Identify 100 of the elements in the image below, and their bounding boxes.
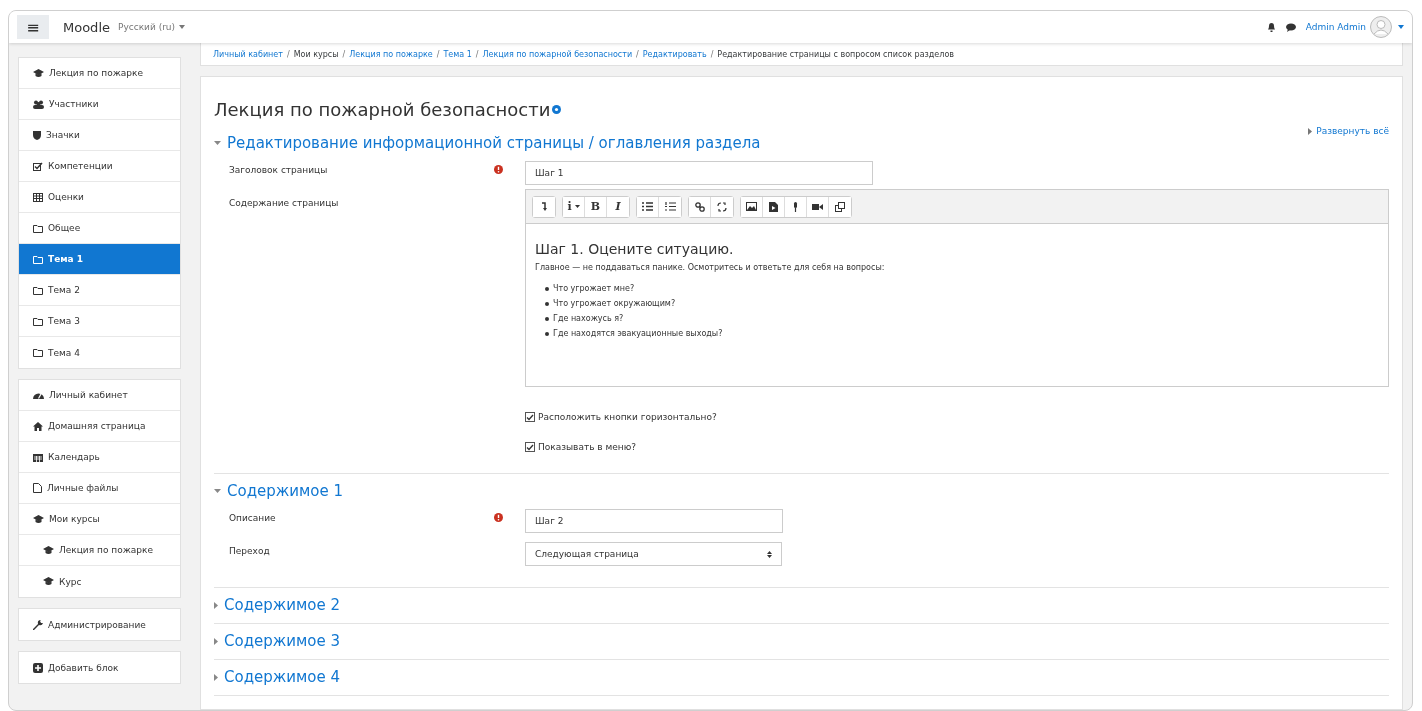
- text-field[interactable]: Шаг 1: [525, 161, 873, 185]
- sidebar-item[interactable]: Добавить блок: [19, 652, 180, 683]
- sidebar-item[interactable]: Личные файлы: [19, 473, 180, 504]
- bullet-list-icon: [642, 202, 653, 211]
- collapse-arrow-icon[interactable]: [214, 489, 221, 493]
- sidebar-item[interactable]: Тема 3: [19, 306, 180, 337]
- section-heading[interactable]: Редактирование информационной страницы / оглавления раздела: [227, 134, 761, 152]
- collapse-arrow-icon[interactable]: [214, 141, 221, 145]
- sidebar-item[interactable]: Личный кабинет: [19, 380, 180, 411]
- section-heading[interactable]: Содержимое 2: [224, 596, 341, 614]
- video-camera-icon: [812, 202, 823, 211]
- microphone-icon: [792, 201, 799, 212]
- list-item: Что угрожает мне?: [553, 283, 635, 295]
- return-icon: [540, 202, 548, 211]
- sidebar-item[interactable]: Курс: [19, 566, 180, 597]
- breadcrumb-link[interactable]: Лекция по пожарке: [349, 49, 433, 59]
- field-label: Описание: [229, 512, 277, 523]
- breadcrumb-link[interactable]: Личный кабинет: [213, 49, 283, 59]
- users-icon: [33, 99, 44, 109]
- sort-arrows-icon: [767, 550, 772, 558]
- bell-icon[interactable]: [1266, 22, 1276, 32]
- bullet-icon: [545, 316, 549, 321]
- file-icon: [33, 483, 42, 493]
- folder-icon: [33, 254, 43, 264]
- sidebar-item[interactable]: Календарь: [19, 442, 180, 473]
- sidebar-item[interactable]: Администрирование: [19, 609, 180, 640]
- calendar-icon: [33, 452, 43, 462]
- graduation-cap-icon: [33, 514, 44, 524]
- shield-icon: [33, 130, 41, 140]
- breadcrumb-separator: /: [710, 49, 714, 59]
- list-item: Где нахожусь я?: [553, 313, 624, 325]
- select-field[interactable]: Следующая страница: [525, 542, 782, 566]
- sidebar-item[interactable]: Тема 1: [19, 244, 180, 275]
- sidebar-item[interactable]: Тема 4: [19, 337, 180, 368]
- user-name[interactable]: Admin Admin: [1305, 22, 1366, 32]
- wrench-icon: [33, 619, 43, 630]
- expand-arrow-icon[interactable]: [214, 637, 218, 645]
- toolbar-button[interactable]: [689, 196, 711, 217]
- page-title: Лекция по пожарной безопасности: [214, 99, 551, 120]
- menu-button[interactable]: ≡: [17, 15, 49, 39]
- sidebar-item[interactable]: Тема 2: [19, 275, 180, 306]
- numbered-list-icon: [664, 202, 676, 211]
- copy-icon: [835, 201, 845, 212]
- sidebar-item[interactable]: Компетенции: [19, 151, 180, 182]
- sidebar-item[interactable]: Лекция по пожарке: [19, 535, 180, 566]
- check-icon: [526, 443, 534, 451]
- field-label: Заголовок страницы: [229, 164, 329, 175]
- expand-all-link[interactable]: Развернуть всё: [1316, 126, 1389, 136]
- sidebar-item[interactable]: Домашняя страница: [19, 411, 180, 442]
- caret-icon: [179, 25, 186, 29]
- table-icon: [33, 192, 43, 202]
- checkbox[interactable]: [525, 442, 535, 452]
- sidebar-item[interactable]: Лекция по пожарке: [19, 58, 180, 89]
- content-heading: Шаг 1. Оцените ситуацию.: [535, 241, 735, 257]
- bullet-icon: [545, 331, 549, 336]
- expand-arrow-icon[interactable]: [214, 601, 218, 609]
- toolbar-button[interactable]: [533, 196, 555, 217]
- checkbox-label: Расположить кнопки горизонтально?: [538, 412, 717, 422]
- checkbox-label: Показывать в меню?: [538, 442, 637, 452]
- folder-icon: [33, 285, 43, 295]
- folder-icon: [33, 223, 43, 233]
- site-name[interactable]: Moodle: [63, 19, 110, 35]
- bullet-icon: [545, 286, 549, 291]
- breadcrumb-link[interactable]: Тема 1: [443, 49, 472, 59]
- graduation-cap-icon: [43, 545, 54, 555]
- language-menu[interactable]: Русский (ru): [118, 22, 186, 32]
- sidebar-item[interactable]: Мои курсы: [19, 504, 180, 535]
- sidebar-item[interactable]: Участники: [19, 89, 180, 120]
- plus-icon: [33, 662, 43, 673]
- expand-arrow-icon: [1308, 127, 1313, 135]
- content-paragraph: Главное — не поддаваться панике. Осмотритесь и ответьте для себя на вопросы:: [535, 263, 886, 272]
- sidebar-item[interactable]: Значки: [19, 120, 180, 151]
- bullet-icon: [545, 301, 549, 306]
- help-icon[interactable]: [552, 105, 562, 114]
- checkbox[interactable]: [525, 412, 535, 422]
- list-item: Что угрожает окружающим?: [553, 298, 676, 310]
- breadcrumb-link[interactable]: Лекция по пожарной безопасности: [482, 49, 633, 59]
- image-icon: [746, 202, 757, 211]
- toolbar-button[interactable]: [741, 196, 763, 217]
- breadcrumb-separator: /: [475, 49, 479, 59]
- sidebar-item[interactable]: Оценки: [19, 182, 180, 213]
- style-button[interactable]: i: [563, 196, 585, 217]
- expand-arrow-icon[interactable]: [214, 673, 218, 681]
- caret-icon: [574, 205, 580, 208]
- breadcrumb-separator: /: [286, 49, 290, 59]
- text-field[interactable]: Шаг 2: [525, 509, 783, 533]
- breadcrumb-item: Мои курсы: [293, 49, 339, 59]
- toolbar-button[interactable]: [637, 196, 659, 217]
- section-heading[interactable]: Содержимое 3: [224, 632, 341, 650]
- section-heading[interactable]: Содержимое 1: [227, 482, 344, 500]
- link-icon: [694, 201, 705, 212]
- check-icon: [526, 413, 534, 421]
- caret-icon[interactable]: [1398, 25, 1404, 29]
- list-item: Где находятся эвакуационные выходы?: [553, 328, 723, 340]
- breadcrumb-item: Редактирование страницы с вопросом список разделов: [717, 49, 954, 59]
- breadcrumb-link[interactable]: Редактировать: [642, 49, 707, 59]
- chat-icon[interactable]: [1285, 22, 1296, 32]
- section-heading[interactable]: Содержимое 4: [224, 668, 341, 686]
- home-icon: [33, 421, 43, 431]
- breadcrumb-separator: /: [436, 49, 440, 59]
